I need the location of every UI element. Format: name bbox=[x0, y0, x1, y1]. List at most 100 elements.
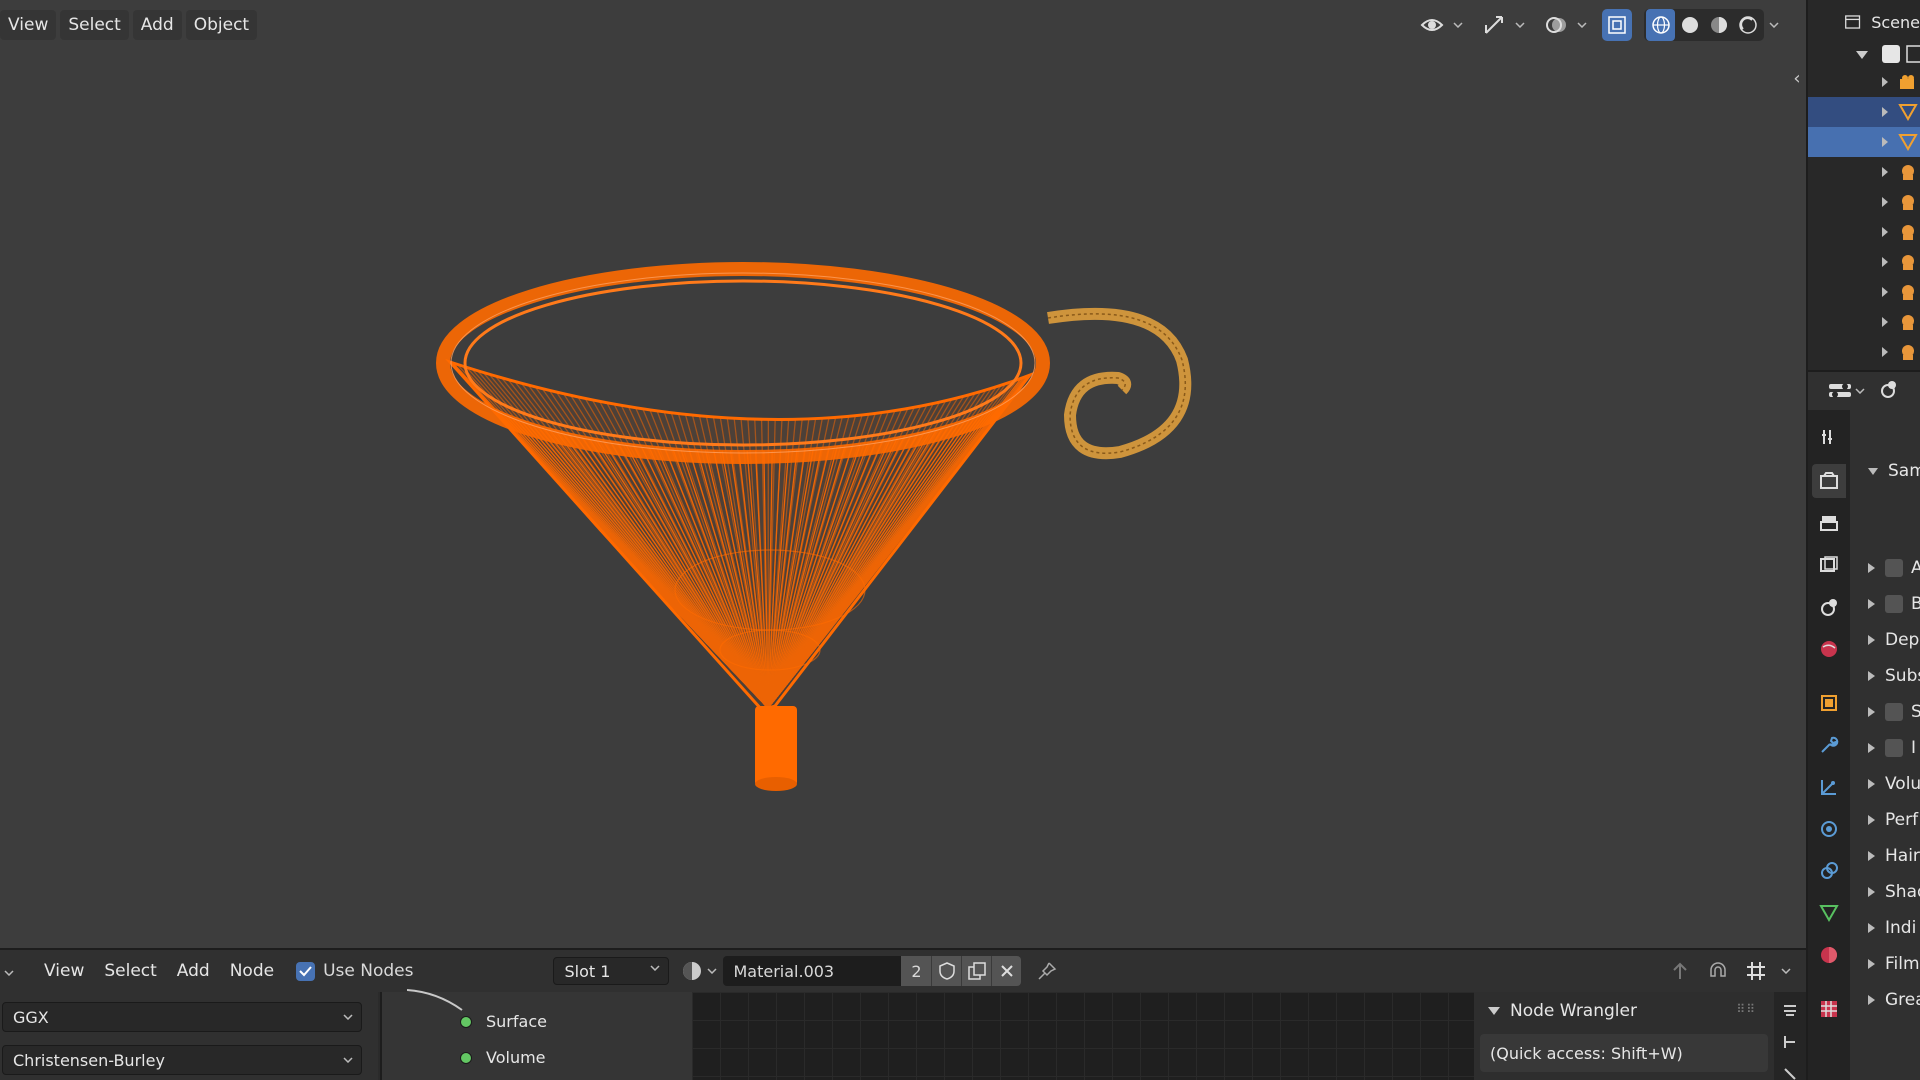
panel-section-header[interactable]: I bbox=[1850, 733, 1920, 763]
outliner-object-row[interactable] bbox=[1808, 247, 1920, 277]
expand-arrow-icon[interactable] bbox=[1882, 227, 1888, 237]
expand-arrow-icon[interactable] bbox=[1882, 107, 1888, 117]
tab-view-icon[interactable] bbox=[1782, 1066, 1798, 1080]
object-data-tab-icon[interactable] bbox=[1812, 896, 1846, 930]
panel-section-header[interactable]: A bbox=[1850, 553, 1920, 583]
slot-dropdown[interactable]: Slot 1 bbox=[553, 957, 670, 985]
chevron-down-icon[interactable] bbox=[1778, 955, 1794, 987]
scene-properties-icon[interactable] bbox=[1877, 378, 1899, 404]
panel-section-header[interactable]: Shad bbox=[1850, 877, 1920, 907]
object-icon bbox=[1898, 223, 1918, 245]
section-enable-checkbox[interactable] bbox=[1885, 703, 1903, 721]
material-user-count[interactable]: 2 bbox=[901, 956, 932, 986]
tab-options-icon[interactable] bbox=[1782, 1002, 1798, 1022]
outliner-object-row[interactable] bbox=[1808, 97, 1920, 127]
node-wrangler-header[interactable]: Node Wrangler ⠿⠿ bbox=[1474, 992, 1774, 1030]
panel-section-header[interactable]: Grea bbox=[1850, 985, 1920, 1015]
snap-magnet-icon[interactable] bbox=[1702, 955, 1734, 987]
socket-dot[interactable] bbox=[460, 1051, 472, 1064]
outliner-header: Scene bbox=[1808, 0, 1920, 44]
section-label: Indi bbox=[1885, 918, 1917, 938]
expand-arrow-icon[interactable] bbox=[1882, 167, 1888, 177]
object-icon bbox=[1898, 163, 1918, 185]
duplicate-material-icon[interactable] bbox=[961, 956, 992, 986]
view-layer-tab-icon[interactable] bbox=[1812, 548, 1846, 582]
expand-arrow-icon[interactable] bbox=[1882, 347, 1888, 357]
node-menu-node[interactable]: Node bbox=[220, 956, 284, 986]
node-menu-select[interactable]: Select bbox=[94, 956, 166, 986]
particles-tab-icon[interactable] bbox=[1812, 770, 1846, 804]
visibility-checkbox[interactable] bbox=[1882, 45, 1900, 63]
scene-collection-icon bbox=[1845, 15, 1861, 29]
render-tab-icon[interactable] bbox=[1812, 464, 1846, 498]
expand-arrow-icon[interactable] bbox=[1856, 51, 1868, 59]
panel-section-header[interactable]: Hair bbox=[1850, 841, 1920, 871]
outliner-object-row[interactable] bbox=[1808, 307, 1920, 337]
texture-tab-icon[interactable] bbox=[1812, 992, 1846, 1026]
tab-tool-icon[interactable] bbox=[1782, 1034, 1798, 1054]
output-tab-icon[interactable] bbox=[1812, 506, 1846, 540]
outliner-object-row[interactable] bbox=[1808, 217, 1920, 247]
panel-section-header[interactable]: Dep bbox=[1850, 625, 1920, 655]
expand-arrow-icon[interactable] bbox=[1882, 77, 1888, 87]
chevron-right-icon bbox=[1868, 815, 1875, 825]
drag-handle-icon[interactable]: ⠿⠿ bbox=[1736, 1002, 1756, 1016]
shader-node-editor[interactable]: View Select Add Node Use Nodes Slot 1 Ma… bbox=[0, 950, 1806, 1080]
editor-type-icon[interactable] bbox=[1828, 381, 1865, 401]
physics-tab-icon[interactable] bbox=[1812, 812, 1846, 846]
subsurface-method-dropdown[interactable]: Christensen-Burley bbox=[2, 1045, 362, 1075]
parent-node-tree-icon[interactable] bbox=[1664, 955, 1696, 987]
node-canvas-grid[interactable] bbox=[692, 992, 1474, 1080]
outliner-object-row[interactable] bbox=[1808, 67, 1920, 97]
panel-section-header[interactable]: S bbox=[1850, 697, 1920, 727]
socket-surface[interactable]: Surface bbox=[460, 1012, 547, 1031]
panel-section-header[interactable]: Film bbox=[1850, 949, 1920, 979]
material-output-node[interactable]: Surface Volume bbox=[380, 989, 692, 1080]
socket-dot[interactable] bbox=[460, 1015, 472, 1028]
editor-type-chevron-icon[interactable] bbox=[0, 956, 18, 986]
node-menu-view[interactable]: View bbox=[34, 956, 94, 986]
material-name-field[interactable]: Material.003 bbox=[723, 956, 902, 986]
outliner-object-row[interactable] bbox=[1808, 337, 1920, 367]
snap-grid-icon[interactable] bbox=[1740, 955, 1772, 987]
panel-section-header[interactable]: Perf bbox=[1850, 805, 1920, 835]
node-menu-add[interactable]: Add bbox=[167, 956, 220, 986]
unlink-material-close-icon[interactable] bbox=[991, 956, 1022, 986]
socket-volume[interactable]: Volume bbox=[460, 1048, 546, 1067]
outliner-collection-row[interactable] bbox=[1808, 40, 1920, 70]
outliner-scene-title[interactable]: Scene bbox=[1871, 13, 1920, 32]
distribution-dropdown[interactable]: GGX bbox=[2, 1002, 362, 1032]
section-enable-checkbox[interactable] bbox=[1885, 559, 1903, 577]
3d-viewport[interactable]: View Select Add Object ‹ bbox=[0, 0, 1806, 948]
section-enable-checkbox[interactable] bbox=[1885, 739, 1903, 757]
outliner-object-row[interactable] bbox=[1808, 277, 1920, 307]
expand-arrow-icon[interactable] bbox=[1882, 137, 1888, 147]
panel-section-header[interactable]: Subs bbox=[1850, 661, 1920, 691]
object-tab-icon[interactable] bbox=[1812, 686, 1846, 720]
funnel-wireframe-object[interactable] bbox=[0, 0, 1806, 948]
expand-arrow-icon[interactable] bbox=[1882, 257, 1888, 267]
world-tab-icon[interactable] bbox=[1812, 632, 1846, 666]
outliner-object-row[interactable] bbox=[1808, 157, 1920, 187]
modifier-wrench-tab-icon[interactable] bbox=[1812, 728, 1846, 762]
scene-tab-icon[interactable] bbox=[1812, 590, 1846, 624]
section-enable-checkbox[interactable] bbox=[1885, 595, 1903, 613]
mesh-object-icon bbox=[1898, 133, 1918, 155]
material-sphere-icon bbox=[683, 962, 702, 980]
tool-tab-icon[interactable] bbox=[1812, 420, 1846, 454]
pin-icon[interactable] bbox=[1031, 955, 1063, 987]
fake-user-shield-icon[interactable] bbox=[931, 956, 962, 986]
panel-section-header[interactable]: Indi bbox=[1850, 913, 1920, 943]
outliner-object-row[interactable] bbox=[1808, 187, 1920, 217]
use-nodes-checkbox[interactable] bbox=[296, 961, 316, 981]
outliner-object-row[interactable] bbox=[1808, 127, 1920, 157]
constraints-tab-icon[interactable] bbox=[1812, 854, 1846, 888]
panel-section-header[interactable]: Sam bbox=[1850, 456, 1920, 486]
expand-arrow-icon[interactable] bbox=[1882, 287, 1888, 297]
expand-arrow-icon[interactable] bbox=[1882, 317, 1888, 327]
panel-section-header[interactable]: Volu bbox=[1850, 769, 1920, 799]
material-tab-icon[interactable] bbox=[1812, 938, 1846, 972]
material-browse-button[interactable] bbox=[681, 960, 718, 982]
panel-section-header[interactable]: B bbox=[1850, 589, 1920, 619]
expand-arrow-icon[interactable] bbox=[1882, 197, 1888, 207]
